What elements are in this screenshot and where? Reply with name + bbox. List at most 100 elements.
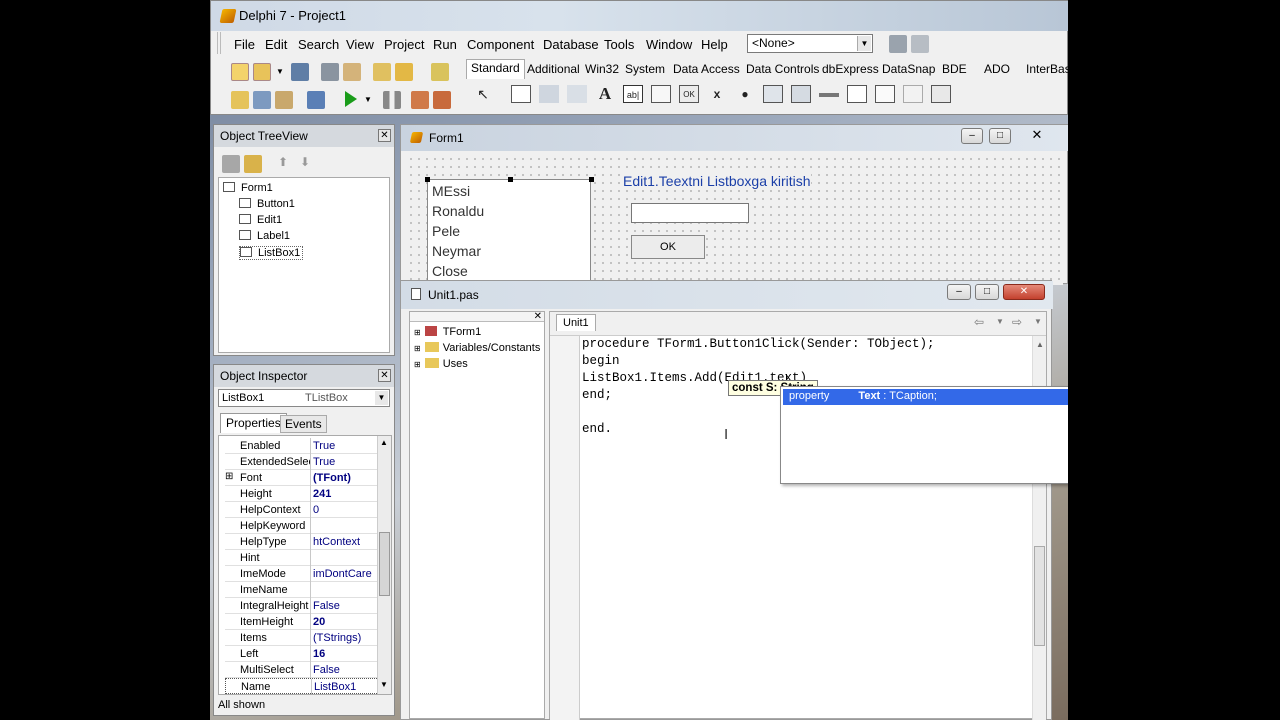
maximize-icon[interactable]: □ (975, 284, 999, 300)
tab-unit1[interactable]: Unit1 (556, 314, 596, 331)
menu-run[interactable]: Run (433, 37, 457, 52)
explorer-item-variables[interactable]: ⊞ Variables/Constants (414, 342, 540, 354)
tab-bde[interactable]: BDE (942, 62, 967, 76)
new-icon[interactable] (231, 63, 249, 81)
tab-interbase[interactable]: InterBase (1026, 62, 1068, 76)
remove-file-icon[interactable] (395, 63, 413, 81)
expand-icon[interactable]: ⊞ (225, 471, 233, 482)
list-item[interactable]: Close (432, 263, 468, 279)
selection-handle[interactable] (508, 177, 513, 182)
tab-system[interactable]: System (625, 62, 665, 76)
explorer-item-tform1[interactable]: ⊞ TForm1 (414, 326, 481, 338)
property-value[interactable]: imDontCare (313, 568, 372, 580)
property-row[interactable]: ⊞ Font (TFont) (225, 470, 381, 486)
listbox1[interactable]: MEssi Ronaldu Pele Neymar Close (425, 177, 594, 289)
listbox-component-icon[interactable] (763, 85, 783, 103)
property-row[interactable]: Name ListBox1 (225, 678, 381, 694)
property-value[interactable]: True (313, 456, 335, 468)
form-design-surface[interactable]: MEssi Ronaldu Pele Neymar Close Edit1.Te… (407, 155, 1063, 289)
property-row[interactable]: Hint (225, 550, 381, 566)
close-icon[interactable]: ✕ (1023, 128, 1051, 144)
code-line-2[interactable]: begin (582, 354, 620, 368)
code-completion-popup[interactable]: property Text : TCaption; (780, 386, 1068, 484)
scroll-up-icon[interactable]: ▲ (380, 438, 388, 447)
property-row[interactable]: Left 16 (225, 646, 381, 662)
tree-item-label1[interactable]: Label1 (239, 230, 290, 242)
chevron-down-icon[interactable]: ▼ (996, 317, 1004, 326)
close-icon[interactable]: ✕ (534, 311, 542, 322)
step-over-icon[interactable] (433, 91, 451, 109)
list-item[interactable]: Pele (432, 223, 460, 239)
menu-help[interactable]: Help (701, 37, 728, 52)
list-item[interactable]: Neymar (432, 243, 481, 259)
delete-item-icon[interactable] (244, 155, 262, 173)
arrow-up-icon[interactable]: ⬆ (278, 155, 288, 169)
menu-tools[interactable]: Tools (604, 37, 634, 52)
selection-handle[interactable] (589, 177, 594, 182)
checkbox-component-icon[interactable]: x (707, 85, 727, 103)
back-icon[interactable]: ⇦ (974, 315, 984, 329)
scrollbar-thumb[interactable] (1034, 546, 1045, 646)
actionlist-component-icon[interactable] (931, 85, 951, 103)
main-menu-icon[interactable] (539, 85, 559, 103)
property-row[interactable]: ImeMode imDontCare (225, 566, 381, 582)
close-icon[interactable]: ✕ (1003, 284, 1045, 300)
scrollbar-component-icon[interactable] (819, 93, 839, 99)
view-form-icon[interactable] (253, 91, 271, 109)
completion-item[interactable]: property Text : TCaption; (783, 389, 1068, 405)
menu-search[interactable]: Search (298, 37, 339, 52)
tab-win32[interactable]: Win32 (585, 62, 619, 76)
tab-data-controls[interactable]: Data Controls (746, 62, 819, 76)
combobox-component-icon[interactable] (791, 85, 811, 103)
minimize-icon[interactable]: – (947, 284, 971, 300)
add-file-icon[interactable] (373, 63, 391, 81)
run-icon[interactable] (345, 91, 357, 107)
property-value[interactable]: True (313, 440, 335, 452)
frames-icon[interactable] (511, 85, 531, 103)
tree-item-form1[interactable]: Form1 (223, 182, 273, 194)
minimize-icon[interactable]: – (961, 128, 983, 144)
trace-into-icon[interactable] (411, 91, 429, 109)
code-line-1[interactable]: procedure TForm1.Button1Click(Sender: TO… (582, 337, 935, 351)
property-scrollbar[interactable]: ▲ ▼ (377, 436, 391, 694)
popup-menu-icon[interactable] (567, 85, 587, 103)
tab-additional[interactable]: Additional (527, 62, 580, 76)
save-desktop-icon[interactable] (889, 35, 907, 53)
tree-item-edit1[interactable]: Edit1 (239, 214, 282, 226)
chevron-down-icon[interactable]: ▼ (857, 36, 871, 51)
new-form-icon[interactable] (307, 91, 325, 109)
property-row[interactable]: HelpKeyword (225, 518, 381, 534)
edit1[interactable] (631, 203, 749, 223)
list-item[interactable]: Ronaldu (432, 203, 484, 219)
chevron-down-icon[interactable]: ▼ (1034, 317, 1042, 326)
pointer-icon[interactable]: ↖ (473, 85, 493, 103)
toggle-form-unit-icon[interactable] (275, 91, 293, 109)
property-row[interactable]: HelpType htContext (225, 534, 381, 550)
property-value[interactable]: 241 (313, 488, 331, 500)
close-icon[interactable]: ✕ (378, 129, 391, 142)
memo-component-icon[interactable] (651, 85, 671, 103)
selection-handle[interactable] (425, 177, 430, 182)
save-all-icon[interactable] (321, 63, 339, 81)
tab-properties[interactable]: Properties (220, 413, 287, 433)
edit-component-icon[interactable]: ab| (623, 85, 643, 103)
property-value[interactable]: 0 (313, 504, 319, 516)
scroll-down-icon[interactable]: ▼ (380, 680, 388, 689)
property-row[interactable]: Enabled True (225, 438, 381, 454)
code-editor[interactable]: Unit1 ⇦ ▼ ⇨ ▼ procedure TForm1.Button1Cl… (549, 311, 1047, 720)
arrow-down-icon[interactable]: ⬇ (300, 155, 310, 169)
tab-events[interactable]: Events (280, 415, 327, 433)
open-project-icon[interactable] (343, 63, 361, 81)
panel-component-icon[interactable] (903, 85, 923, 103)
chevron-down-icon[interactable]: ▼ (275, 67, 285, 77)
tab-dbexpress[interactable]: dbExpress (822, 62, 879, 76)
radiobutton-component-icon[interactable]: ● (735, 85, 755, 103)
property-value[interactable]: ListBox1 (314, 681, 356, 693)
menu-component[interactable]: Component (467, 37, 534, 52)
property-row[interactable]: HelpContext 0 (225, 502, 381, 518)
tab-datasnap[interactable]: DataSnap (882, 62, 935, 76)
new-item-icon[interactable] (222, 155, 240, 173)
property-row[interactable]: ImeName (225, 582, 381, 598)
property-row[interactable]: IntegralHeight False (225, 598, 381, 614)
forward-icon[interactable]: ⇨ (1012, 315, 1022, 329)
